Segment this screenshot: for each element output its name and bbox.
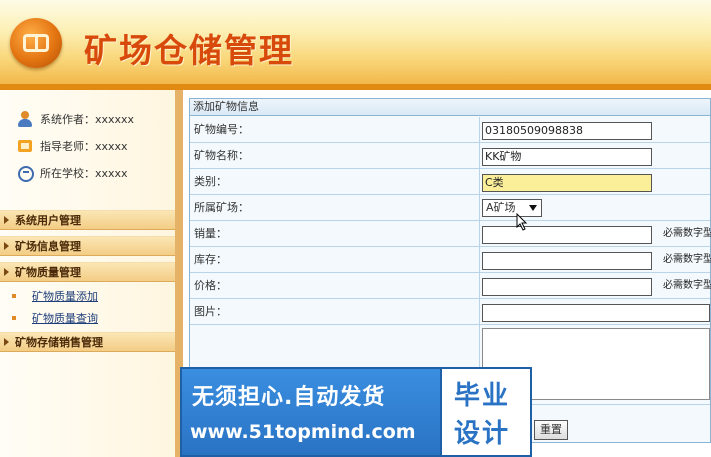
- price-input[interactable]: [482, 278, 652, 296]
- field-label: 库存：: [190, 247, 480, 272]
- field-label: 销量：: [190, 221, 480, 246]
- teacher-info: 指导老师：xxxxx: [16, 137, 128, 155]
- menu-user-management[interactable]: 系统用户管理: [0, 210, 175, 230]
- reset-button[interactable]: 重置: [534, 420, 568, 440]
- app-title: 矿场仓储管理: [84, 31, 294, 70]
- field-label: 价格：: [190, 273, 480, 298]
- teacher-icon: [16, 138, 34, 154]
- menu-storage-sales[interactable]: 矿物存储销售管理: [0, 332, 175, 352]
- form-row: 销量： 必需数字型: [190, 221, 711, 247]
- field-label: 矿物编号：: [190, 117, 480, 142]
- mineral-name-input[interactable]: KK矿物: [482, 148, 652, 166]
- arrow-right-icon: [4, 216, 9, 224]
- arrow-right-icon: [4, 268, 9, 276]
- menu-label: 系统用户管理: [15, 214, 81, 227]
- arrow-right-icon: [4, 242, 9, 250]
- field-label: 类别：: [190, 169, 480, 194]
- watermark-url: www.51topmind.com: [190, 421, 416, 443]
- school-label: 所在学校：xxxxx: [40, 167, 128, 180]
- menu-label: 矿场信息管理: [15, 240, 81, 253]
- form-row: 矿物名称： KK矿物: [190, 143, 710, 169]
- menu-mine-info[interactable]: 矿场信息管理: [0, 236, 175, 256]
- school-icon: [16, 165, 34, 182]
- form-row: 矿物编号： 03180509098838: [190, 117, 710, 143]
- arrow-right-icon: [4, 338, 9, 346]
- watermark-word-2: 设计: [454, 419, 511, 449]
- mouse-cursor-icon: [516, 213, 528, 231]
- mineral-id-input[interactable]: 03180509098838: [482, 122, 652, 140]
- menu-mineral-quality[interactable]: 矿物质量管理: [0, 262, 175, 282]
- watermark-banner: 无须担心.自动发货 www.51topmind.com 毕业 设计: [180, 367, 532, 457]
- form-row: 图片：: [190, 299, 710, 325]
- sub-item-label: 矿物质量查询: [32, 312, 98, 325]
- stock-input[interactable]: [482, 252, 652, 270]
- sidebar-item-quality-add[interactable]: 矿物质量添加: [12, 288, 98, 304]
- user-icon: [16, 111, 34, 127]
- form-row: 所属矿场： A矿场: [190, 195, 710, 221]
- field-hint: 必需数字型: [663, 254, 711, 265]
- watermark-slogan: 无须担心.自动发货: [192, 385, 386, 410]
- field-label: 图片：: [190, 299, 480, 324]
- watermark-word-1: 毕业: [454, 381, 511, 411]
- menu-label: 矿物存储销售管理: [15, 336, 103, 349]
- field-hint: 必需数字型: [663, 280, 711, 291]
- form-row: 价格： 必需数字型: [190, 273, 711, 299]
- watermark-right: 毕业 设计: [440, 369, 530, 455]
- mine-select[interactable]: A矿场: [482, 199, 542, 217]
- sidebar: 系统作者：xxxxxx 指导老师：xxxxx 所在学校：xxxxx 系统用户管理…: [0, 90, 175, 457]
- logo-icon: [10, 18, 62, 68]
- form-row: 类别： C类: [190, 169, 710, 195]
- field-label: 矿物名称：: [190, 143, 480, 168]
- teacher-label: 指导老师：xxxxx: [40, 140, 128, 153]
- field-label: 所属矿场：: [190, 195, 480, 220]
- menu-label: 矿物质量管理: [15, 266, 81, 279]
- mine-select-value: A矿场: [486, 201, 516, 214]
- sales-input[interactable]: [482, 226, 652, 244]
- school-info: 所在学校：xxxxx: [16, 164, 128, 182]
- sidebar-item-quality-query[interactable]: 矿物质量查询: [12, 310, 98, 326]
- chevron-down-icon: [529, 205, 537, 211]
- sub-item-label: 矿物质量添加: [32, 290, 98, 303]
- bullet-icon: [12, 316, 16, 320]
- watermark-left: 无须担心.自动发货 www.51topmind.com: [182, 369, 440, 455]
- bullet-icon: [12, 294, 16, 298]
- form-title: 添加矿物信息: [190, 99, 710, 116]
- form-row: 库存： 必需数字型: [190, 247, 711, 273]
- author-info: 系统作者：xxxxxx: [16, 110, 134, 128]
- category-input[interactable]: C类: [482, 174, 652, 192]
- app-header: 矿场仓储管理: [0, 0, 711, 84]
- image-input[interactable]: [482, 304, 710, 322]
- author-label: 系统作者：xxxxxx: [40, 113, 135, 126]
- field-hint: 必需数字型: [663, 228, 711, 239]
